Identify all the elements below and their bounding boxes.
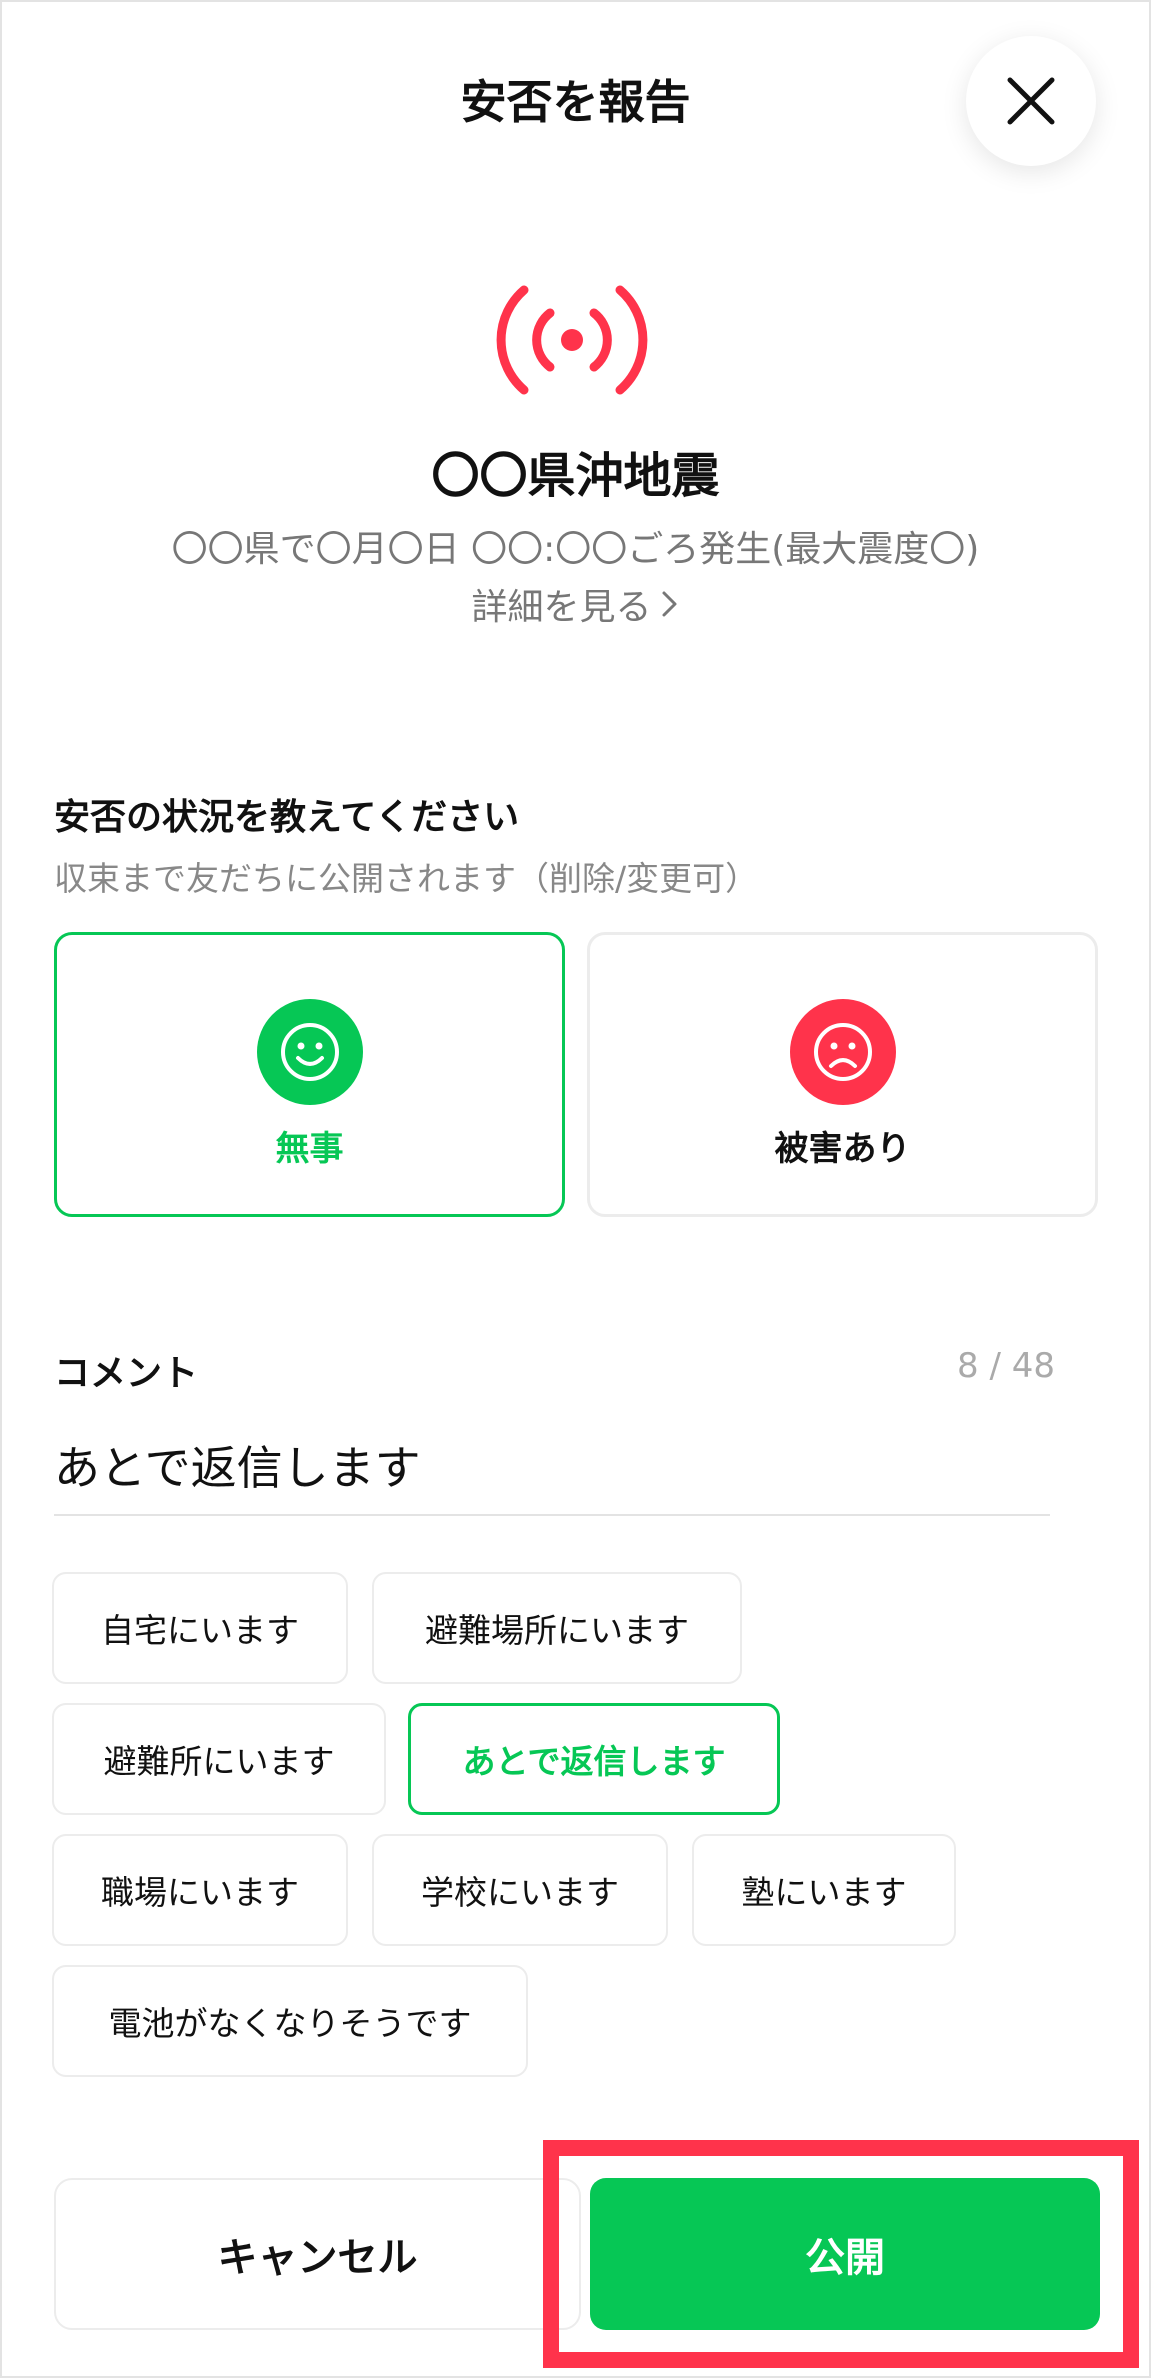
suggestion-chip[interactable]: 避難所にいます (52, 1703, 386, 1815)
suggestion-chip[interactable]: 電池がなくなりそうです (52, 1965, 528, 2077)
suggestion-chip[interactable]: 塾にいます (692, 1834, 956, 1946)
status-heading: 安否の状況を教えてください (54, 797, 520, 838)
status-option-label: 被害あり (774, 1129, 911, 1169)
suggestion-chip[interactable]: 学校にいます (372, 1834, 668, 1946)
suggestion-chip[interactable]: 自宅にいます (52, 1572, 348, 1684)
suggestion-chip[interactable]: 避難場所にいます (372, 1572, 742, 1684)
comment-label: コメント (54, 1353, 199, 1394)
comment-char-count: 8 / 48 (957, 1346, 1055, 1386)
status-option-label: 無事 (275, 1129, 344, 1169)
event-title: 〇〇県沖地震 (431, 448, 720, 504)
detail-link[interactable]: 詳細を見る (0, 578, 1151, 630)
close-button[interactable] (966, 36, 1096, 166)
suggestion-chip-selected[interactable]: あとで返信します (408, 1703, 780, 1815)
chevron-right-icon (662, 591, 676, 617)
status-subtext: 収束まで友だちに公開されます（削除/変更可） (54, 859, 759, 898)
suggestion-chip[interactable]: 職場にいます (52, 1834, 348, 1946)
broadcast-alert-icon (496, 285, 648, 395)
publish-button[interactable]: 公開 (590, 2178, 1100, 2330)
smile-face-icon (256, 999, 363, 1105)
sad-face-icon (789, 999, 896, 1105)
status-option-damage[interactable]: 被害あり (587, 932, 1098, 1217)
status-option-safe[interactable]: 無事 (54, 932, 565, 1217)
cancel-button[interactable]: キャンセル (54, 2178, 581, 2330)
close-icon (1007, 77, 1055, 125)
event-info: 〇〇県で〇月〇日 〇〇:〇〇ごろ発生(最大震度〇) (171, 529, 980, 570)
comment-input[interactable] (54, 1432, 1050, 1516)
detail-link-label: 詳細を見る (471, 587, 652, 628)
